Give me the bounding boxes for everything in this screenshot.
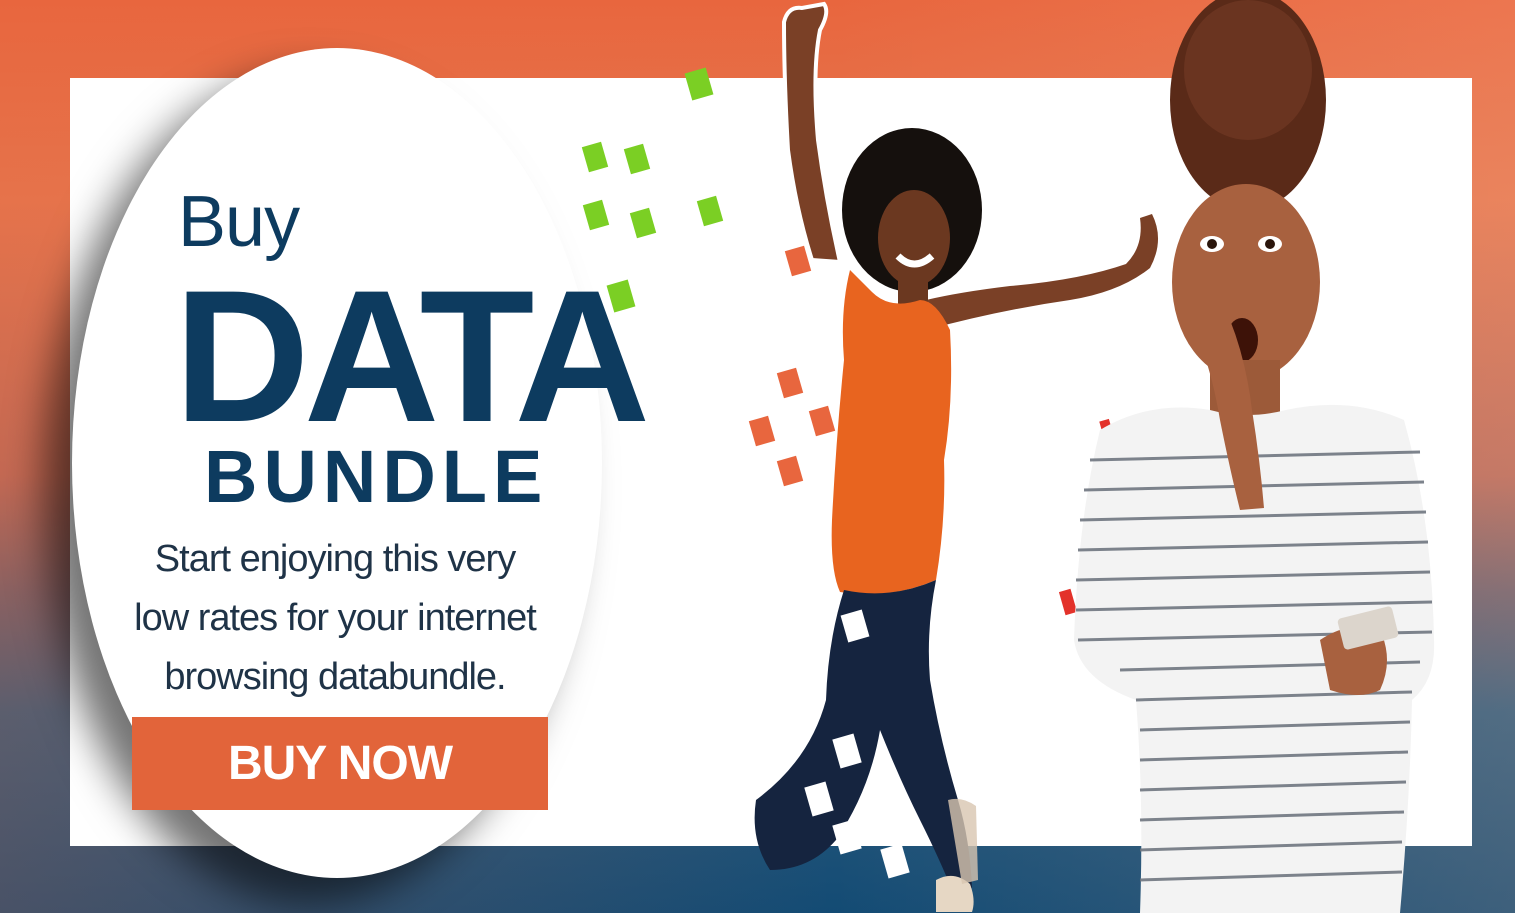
buy-now-button[interactable]: BUY NOW — [132, 717, 548, 810]
headline-bundle: BUNDLE — [204, 435, 549, 518]
promo-subtext-line: browsing databundle. — [164, 656, 506, 698]
promo-subtext-line: low rates for your internet — [134, 597, 537, 639]
promo-subtext: Start enjoying this very low rates for y… — [130, 530, 540, 707]
headline-buy: Buy — [178, 182, 300, 262]
data-bundle-banner: Buy DATA BUNDLE Start enjoying this very… — [0, 0, 1515, 913]
headline-data: DATA — [174, 251, 650, 461]
promo-subtext-line: Start enjoying this very — [154, 538, 516, 580]
surprised-woman-image — [1074, 0, 1435, 913]
